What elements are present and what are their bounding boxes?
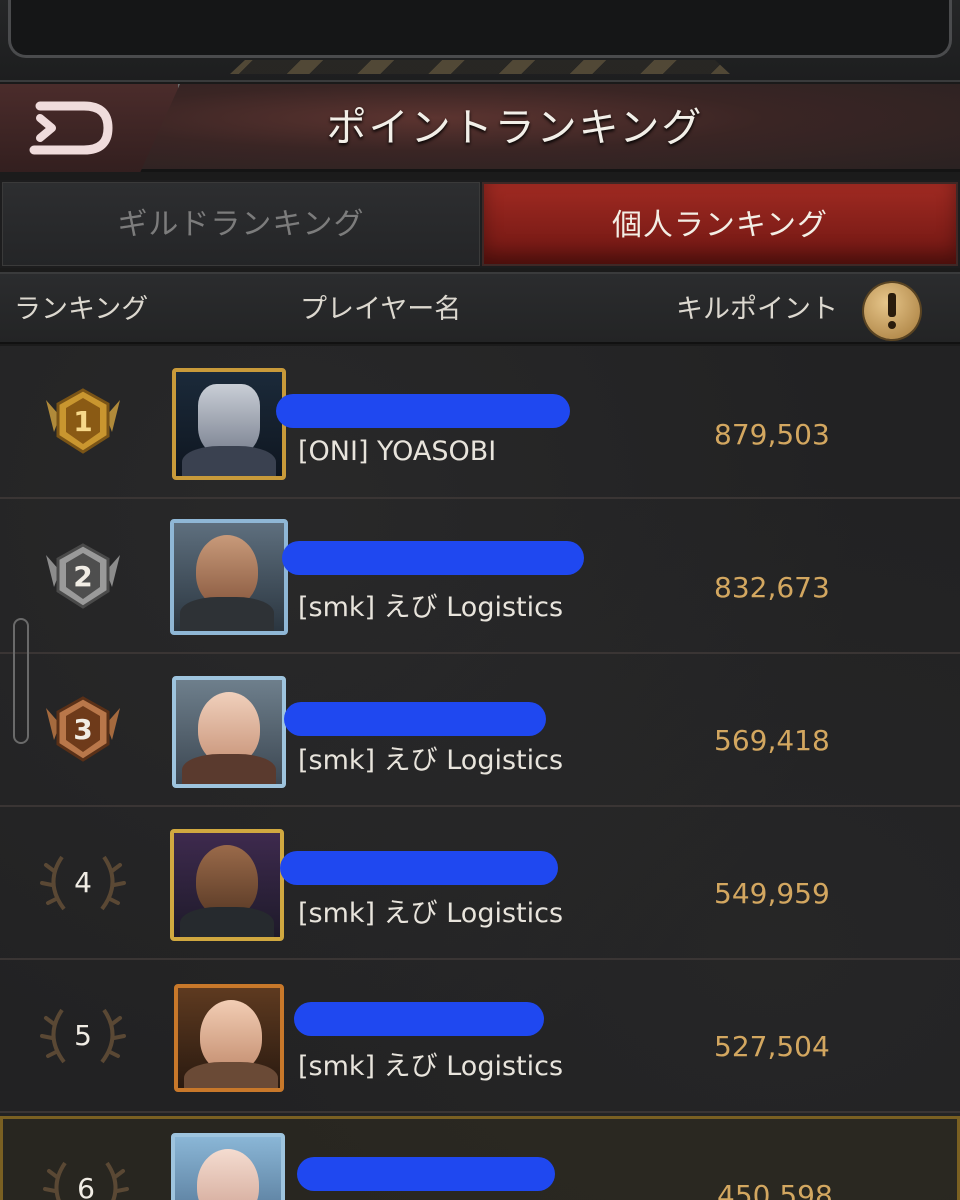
table-row[interactable]: 3 [smk] えび Logistics 569,418 — [0, 654, 960, 807]
avatar[interactable] — [170, 829, 284, 941]
player-guild-name: [smk] えび Logistics — [298, 592, 564, 623]
player-guild-name: [smk] えび Logistics — [298, 1051, 564, 1082]
kill-points: 569,418 — [714, 724, 830, 757]
rank-number: 4 — [74, 866, 92, 899]
table-header: ランキング プレイヤー名 キルポイント — [0, 272, 960, 344]
avatar[interactable] — [174, 984, 284, 1092]
back-button[interactable] — [0, 84, 180, 172]
rank-number: 3 — [73, 713, 93, 746]
avatar[interactable] — [171, 1133, 285, 1200]
top-frame-panel — [8, 0, 952, 58]
column-header-kill-points: キルポイント — [676, 294, 838, 325]
exclamation-info-icon[interactable] — [864, 283, 920, 339]
scrollbar[interactable] — [13, 618, 29, 744]
rank-number: 1 — [73, 405, 93, 438]
table-row[interactable]: 2 [smk] えび Logistics 832,673 — [0, 501, 960, 654]
kill-points: 450,598 — [717, 1179, 833, 1200]
avatar[interactable] — [172, 676, 286, 788]
kill-points: 879,503 — [714, 418, 830, 451]
kill-points: 549,959 — [714, 877, 830, 910]
player-guild-name: [ONI] YOASOBI — [298, 436, 497, 467]
ranking-tabs: ギルドランキング 個人ランキング — [0, 180, 960, 268]
ranking-list[interactable]: 1 [ONI] YOASOBI 879,503 2 [smk] えび Logis… — [0, 346, 960, 1200]
redacted-player-name — [276, 394, 570, 428]
title-bar: ポイントランキング — [0, 82, 960, 172]
redacted-player-name — [297, 1157, 555, 1191]
column-header-rank: ランキング — [14, 294, 149, 325]
avatar[interactable] — [170, 519, 288, 635]
top-frame — [0, 0, 960, 82]
table-row[interactable]: 5 [smk] えび Logistics 527,504 — [0, 960, 960, 1113]
page-title: ポイントランキング — [326, 105, 704, 151]
kill-points: 832,673 — [714, 571, 830, 604]
redacted-player-name — [294, 1002, 544, 1036]
rank-number: 2 — [73, 560, 93, 593]
table-row[interactable]: 4 [smk] えび Logistics 549,959 — [0, 807, 960, 960]
rank-number: 6 — [77, 1172, 95, 1200]
hazard-stripes — [230, 60, 730, 74]
redacted-player-name — [284, 702, 546, 736]
redacted-player-name — [280, 851, 558, 885]
kill-points: 527,504 — [714, 1030, 830, 1063]
player-guild-name: [smk] えび Logistics — [298, 898, 564, 929]
back-arrow-icon — [29, 101, 113, 155]
rank-number: 5 — [74, 1019, 92, 1052]
tab-personal-ranking[interactable]: 個人ランキング — [482, 182, 958, 266]
column-header-player: プレイヤー名 — [300, 294, 462, 325]
player-guild-name: [smk] えび Logistics — [298, 745, 564, 776]
table-row-current-player[interactable]: 6 450,598 — [0, 1116, 960, 1200]
redacted-player-name — [282, 541, 584, 575]
table-row[interactable]: 1 [ONI] YOASOBI 879,503 — [0, 346, 960, 499]
avatar[interactable] — [172, 368, 286, 480]
tab-guild-ranking[interactable]: ギルドランキング — [2, 182, 480, 266]
